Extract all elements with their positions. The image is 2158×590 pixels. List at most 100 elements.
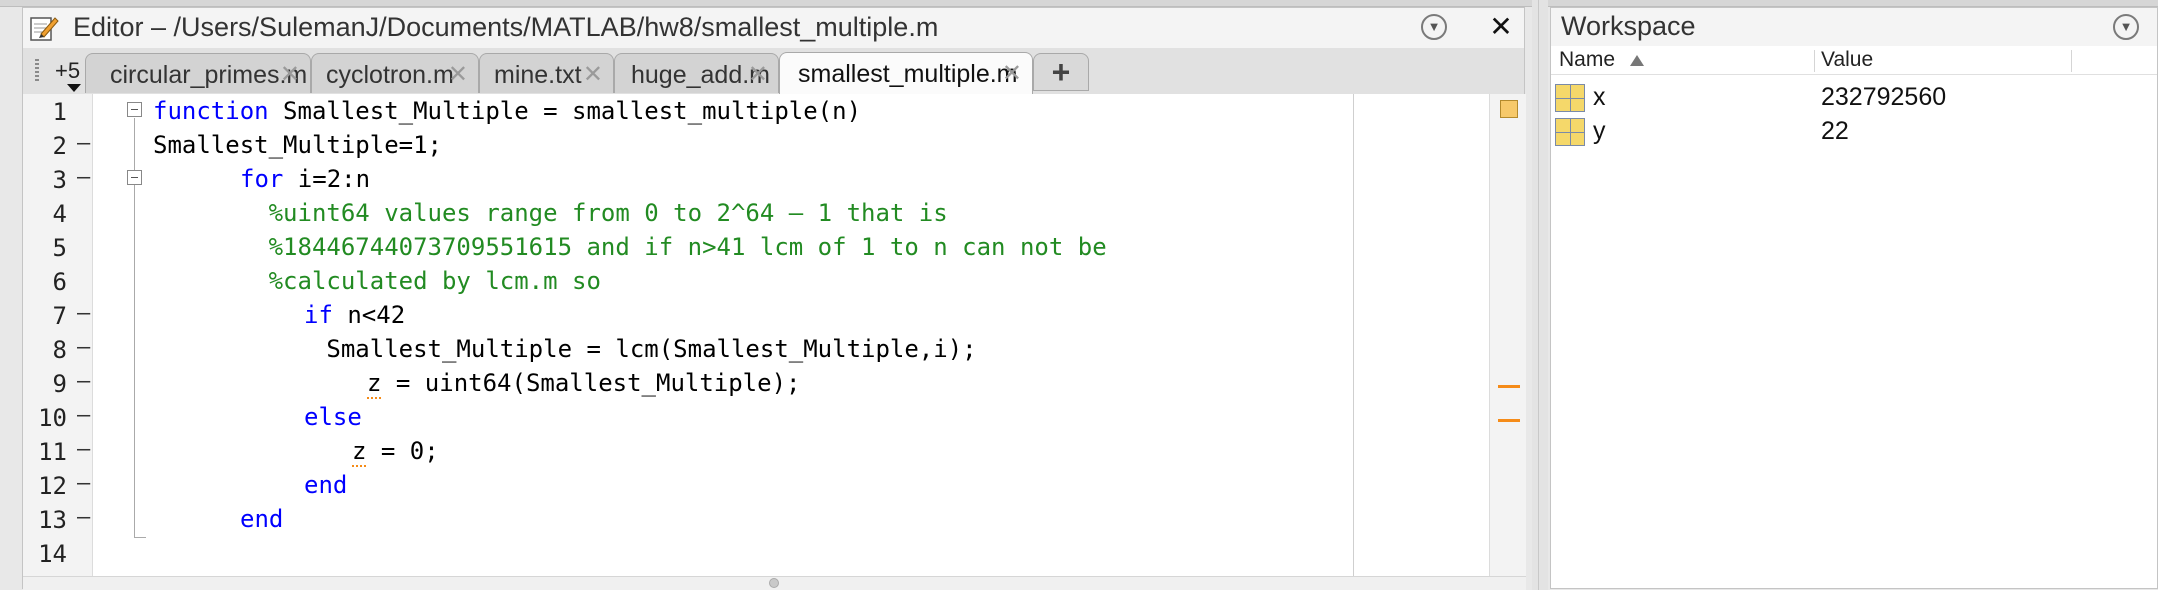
- column-separator[interactable]: [1814, 50, 1815, 72]
- code-segment: = 0;: [366, 437, 439, 465]
- sort-ascending-icon: [1630, 55, 1644, 66]
- column-separator[interactable]: [2071, 50, 2072, 72]
- code-line-12: 12 – end: [23, 468, 1483, 502]
- fold-toggle-icon[interactable]: [127, 170, 142, 185]
- breakpoint-dash[interactable]: –: [77, 471, 90, 496]
- variable-name: x: [1593, 83, 1606, 111]
- comment-text: %18446744073709551615 and if n>41 lcm of…: [153, 233, 1107, 261]
- code-text: z = uint64(Smallest_Multiple);: [367, 369, 801, 399]
- editor-panel: Editor – /Users/SulemanJ/Documents/MATLA…: [22, 7, 1526, 590]
- warning-marker[interactable]: [1498, 419, 1520, 422]
- code-line-4: 4 %uint64 values range from 0 to 2^64 – …: [23, 196, 1483, 230]
- tab-close-icon[interactable]: ✕: [448, 60, 468, 89]
- line-number: 1: [52, 98, 67, 126]
- tab-cyclotron[interactable]: cyclotron.m ✕: [311, 53, 479, 93]
- tab-close-icon[interactable]: ✕: [583, 60, 603, 89]
- editor-tab-bar: +5 circular_primes.m ✕ cyclotron.m ✕ min…: [23, 48, 1524, 95]
- code-line-11: 11 – z = 0;: [23, 434, 1483, 468]
- code-line-3: 3 – for i=2:n: [23, 162, 1483, 196]
- top-window-edge: [0, 0, 2158, 7]
- code-line-6: 6 %calculated by lcm.m so: [23, 264, 1483, 298]
- column-header-value[interactable]: Value: [1821, 48, 1873, 72]
- line-number: 3: [52, 166, 67, 194]
- line-number: 5: [52, 234, 67, 262]
- editor-actions-menu-button[interactable]: ▼: [1421, 14, 1447, 40]
- scroll-knob[interactable]: [769, 578, 779, 588]
- tab-label: circular_primes.m: [110, 61, 308, 89]
- editor-pencil-icon: [30, 17, 59, 41]
- warning-marker[interactable]: [1498, 385, 1520, 388]
- tab-huge-add[interactable]: huge_add.m ✕: [614, 53, 779, 93]
- comment-text: %uint64 values range from 0 to 2^64 – 1 …: [153, 199, 948, 227]
- code-segment: Smallest_Multiple = smallest_multiple(n): [268, 97, 862, 125]
- matrix-variable-icon: [1555, 118, 1585, 146]
- code-text: if n<42: [304, 301, 405, 329]
- code-text: function Smallest_Multiple = smallest_mu…: [153, 97, 861, 125]
- code-segment: i=2:n: [283, 165, 371, 193]
- workspace-titlebar: Workspace ▼: [1551, 8, 2157, 47]
- fold-toggle-icon[interactable]: [127, 102, 142, 117]
- grip-icon: [35, 59, 39, 81]
- workspace-panel: Workspace ▼ Name Value x 232792560 y 22: [1550, 7, 2158, 589]
- keyword: end: [304, 471, 348, 499]
- warning-status-icon[interactable]: [1500, 100, 1518, 118]
- tab-smallest-multiple[interactable]: smallest_multiple.m ✕: [779, 52, 1033, 94]
- tab-close-icon[interactable]: ✕: [1002, 59, 1022, 88]
- breakpoint-dash[interactable]: –: [77, 301, 90, 326]
- variable-name: y: [1593, 117, 1606, 145]
- panel-divider[interactable]: [1532, 0, 1548, 590]
- caret-down-icon: [67, 84, 81, 92]
- warning-variable[interactable]: z: [367, 369, 382, 399]
- code-segment: n<42: [332, 301, 406, 329]
- breakpoint-dash[interactable]: –: [77, 437, 90, 462]
- breakpoint-dash[interactable]: –: [77, 403, 90, 428]
- column-header-name[interactable]: Name: [1559, 48, 1615, 72]
- line-number: 12: [38, 472, 67, 500]
- tab-label: cyclotron.m: [326, 61, 454, 89]
- keyword: else: [304, 403, 362, 431]
- line-number: 4: [52, 200, 67, 228]
- editor-close-button[interactable]: ✕: [1485, 10, 1517, 44]
- warning-variable[interactable]: z: [352, 437, 367, 467]
- code-line-8: 8 – Smallest_Multiple = lcm(Smallest_Mul…: [23, 332, 1483, 366]
- keyword: for: [240, 165, 284, 193]
- line-number: 14: [38, 540, 67, 568]
- code-line-13: 13 – end: [23, 502, 1483, 536]
- breakpoint-dash[interactable]: –: [77, 369, 90, 394]
- code-area[interactable]: 1 function Smallest_Multiple = smallest_…: [23, 94, 1526, 576]
- line-number: 9: [52, 370, 67, 398]
- variable-value: 22: [1821, 117, 1849, 145]
- comment-text: %calculated by lcm.m so: [153, 267, 601, 295]
- code-segment: = uint64(Smallest_Multiple);: [381, 369, 801, 397]
- tab-overflow-count: +5: [55, 58, 81, 83]
- tab-mine-txt[interactable]: mine.txt ✕: [479, 53, 614, 93]
- line-number: 7: [52, 302, 67, 330]
- breakpoint-dash[interactable]: –: [77, 165, 90, 190]
- code-text: z = 0;: [352, 437, 439, 467]
- tab-close-icon[interactable]: ✕: [748, 60, 768, 89]
- horizontal-scrollbar[interactable]: [23, 576, 1526, 590]
- tab-circular-primes[interactable]: circular_primes.m ✕: [85, 53, 311, 93]
- workspace-variable-row[interactable]: x 232792560: [1551, 80, 2157, 114]
- code-line-10: 10 – else: [23, 400, 1483, 434]
- line-number: 6: [52, 268, 67, 296]
- keyword: end: [240, 505, 284, 533]
- breakpoint-dash[interactable]: –: [77, 131, 90, 156]
- tab-close-icon[interactable]: ✕: [280, 60, 300, 89]
- line-number: 13: [38, 506, 67, 534]
- code-text: Smallest_Multiple=1;: [153, 131, 442, 159]
- workspace-variable-row[interactable]: y 22: [1551, 114, 2157, 148]
- breakpoint-dash[interactable]: –: [77, 335, 90, 360]
- matrix-variable-icon: [1555, 84, 1585, 112]
- code-line-2: 2 – Smallest_Multiple=1;: [23, 128, 1483, 162]
- code-text: Smallest_Multiple = lcm(Smallest_Multipl…: [153, 335, 977, 363]
- code-line-9: 9 – z = uint64(Smallest_Multiple);: [23, 366, 1483, 400]
- add-tab-button[interactable]: +: [1033, 53, 1089, 91]
- code-text: for i=2:n: [240, 165, 370, 193]
- code-line-1: 1 function Smallest_Multiple = smallest_…: [23, 94, 1483, 128]
- variable-value: 232792560: [1821, 83, 1947, 111]
- breakpoint-dash[interactable]: –: [77, 505, 90, 530]
- workspace-actions-menu-button[interactable]: ▼: [2113, 14, 2139, 40]
- message-bar: [1489, 94, 1526, 576]
- keyword: if: [304, 301, 333, 329]
